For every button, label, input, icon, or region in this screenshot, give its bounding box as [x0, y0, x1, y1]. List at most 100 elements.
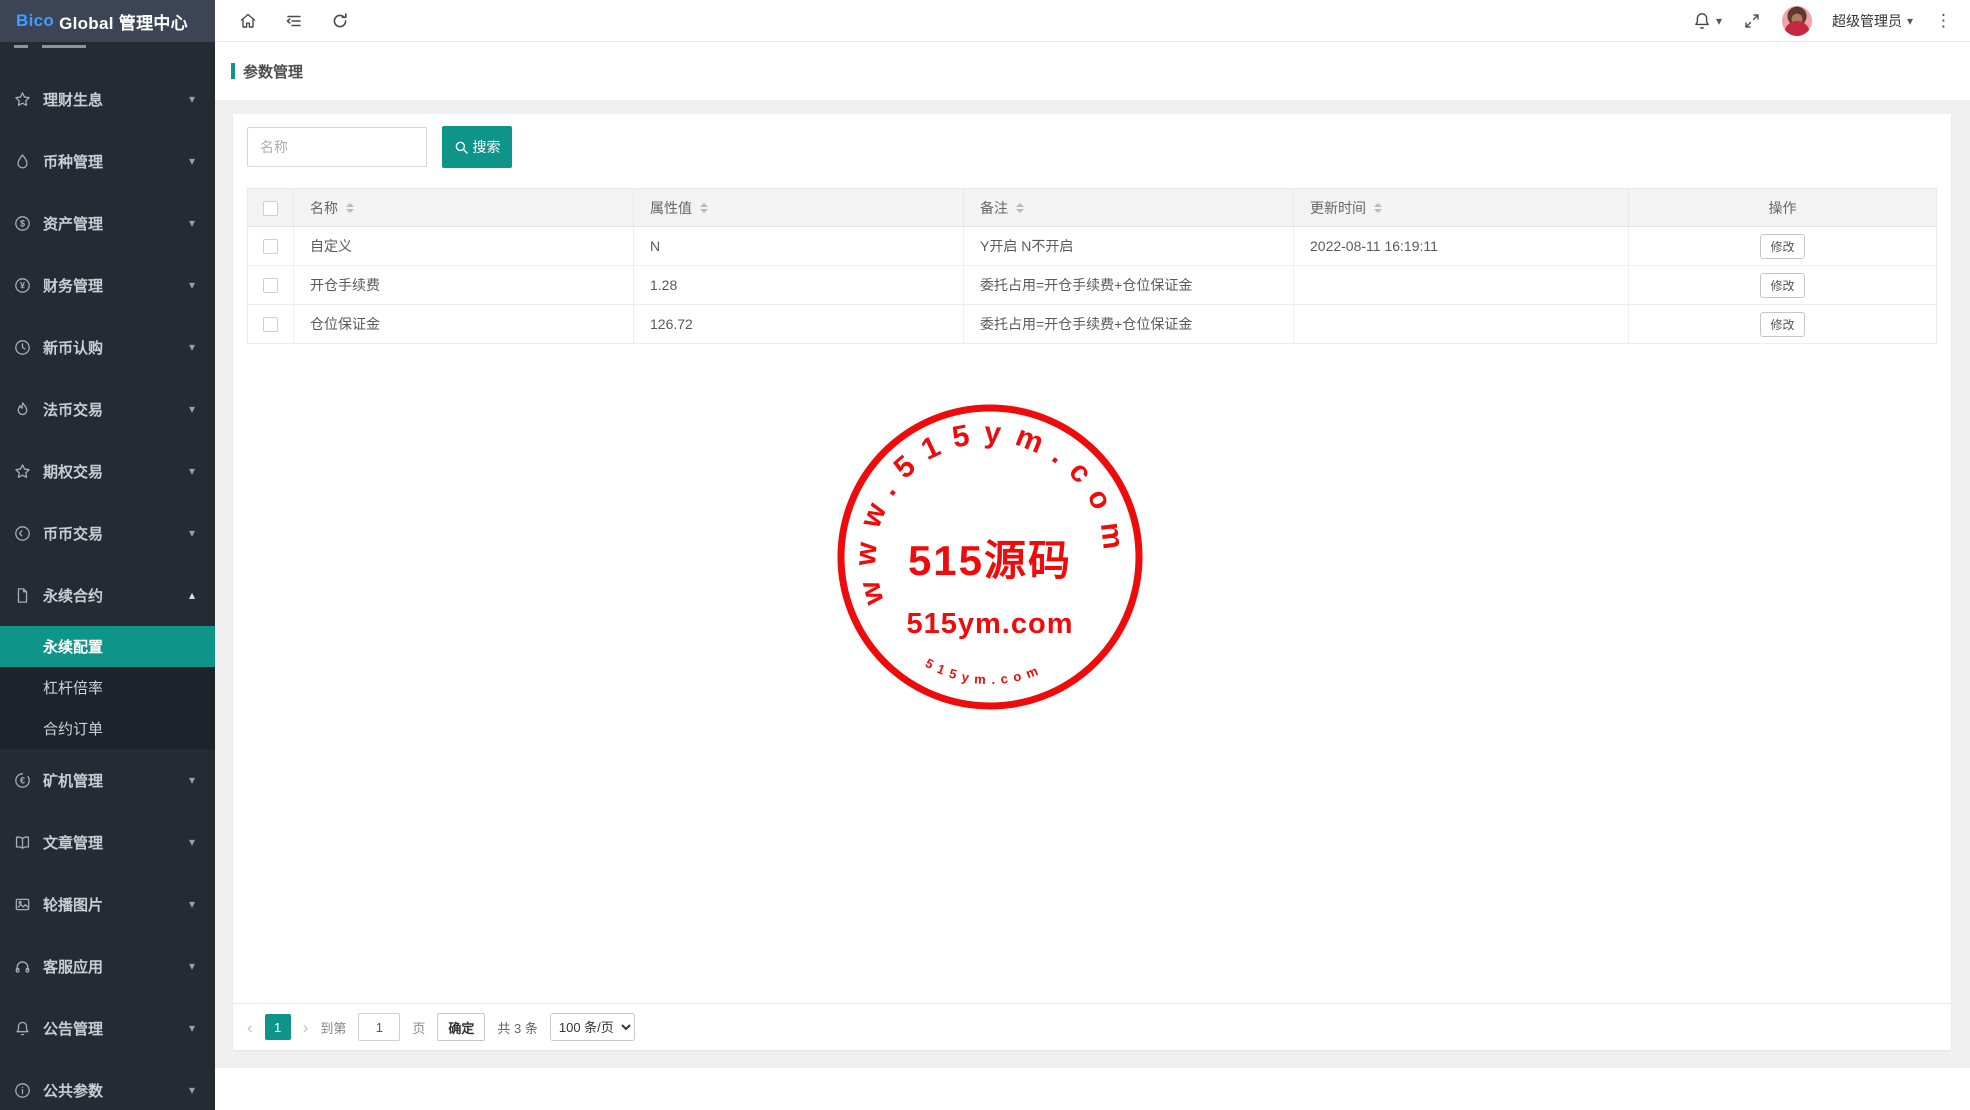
sort-icon[interactable] — [1016, 203, 1024, 213]
sidebar-item-wenzhang[interactable]: 文章管理 ▾ — [0, 811, 215, 873]
sidebar-item-label: 文章管理 — [43, 832, 103, 853]
sidebar-item-qiquan[interactable]: 期权交易 ▾ — [0, 440, 215, 502]
chevron-down-icon: ▾ — [189, 155, 195, 167]
dollar-circle-icon: $ — [14, 215, 31, 232]
sort-icon[interactable] — [700, 203, 708, 213]
sidebar-item-label: 资产管理 — [43, 213, 103, 234]
edit-button[interactable]: 修改 — [1760, 234, 1804, 259]
cell-name: 开仓手续费 — [294, 266, 634, 305]
home-icon[interactable] — [238, 11, 258, 31]
sidebar-item-fabi[interactable]: 法币交易 ▾ — [0, 378, 215, 440]
confirm-page-button[interactable]: 确定 — [437, 1013, 485, 1041]
row-checkbox[interactable] — [263, 278, 278, 293]
image-icon — [14, 896, 31, 913]
select-all-checkbox[interactable] — [263, 201, 278, 216]
sidebar-item-kuangji[interactable]: € 矿机管理 ▾ — [0, 749, 215, 811]
sidebar-item-lunbo[interactable]: 轮播图片 ▾ — [0, 873, 215, 935]
chevron-down-icon: ▾ — [189, 93, 195, 105]
search-button[interactable]: 搜索 — [442, 126, 512, 168]
sidebar-item-label: 新币认购 — [43, 337, 103, 358]
row-checkbox[interactable] — [263, 239, 278, 254]
clipped-menu-item-fragment — [42, 45, 86, 48]
table-row: 自定义 N Y开启 N不开启 2022-08-11 16:19:11 修改 — [248, 227, 1937, 266]
chevron-up-icon: ▴ — [189, 589, 195, 601]
search-input[interactable] — [247, 127, 427, 167]
chevron-down-icon: ▾ — [189, 341, 195, 353]
pagination: ‹ 1 › 到第 页 确定 共 3 条 100 条/页 — [233, 1003, 1951, 1050]
current-page[interactable]: 1 — [265, 1014, 291, 1040]
sidebar-item-bibi[interactable]: 币币交易 ▾ — [0, 502, 215, 564]
refresh-icon[interactable] — [330, 11, 350, 31]
chevron-down-icon: ▾ — [189, 960, 195, 972]
sidebar-subitem-label: 合约订单 — [43, 718, 103, 739]
table-row: 开仓手续费 1.28 委托占用=开仓手续费+仓位保证金 修改 — [248, 266, 1937, 305]
more-menu-icon[interactable]: ⋮ — [1933, 12, 1954, 29]
bell-icon — [1692, 11, 1712, 31]
sidebar-item-gonggao[interactable]: 公告管理 ▾ — [0, 997, 215, 1059]
sidebar-item-xinbi[interactable]: 新币认购 ▾ — [0, 316, 215, 378]
titlebar: 参数管理 — [215, 42, 1970, 100]
total-count-label: 共 3 条 — [497, 1018, 537, 1037]
cell-remark: Y开启 N不开启 — [964, 227, 1294, 266]
info-circle-icon — [14, 1082, 31, 1099]
sidebar-item-label: 公共参数 — [43, 1080, 103, 1101]
sort-icon[interactable] — [1374, 203, 1382, 213]
admin-menu[interactable]: 超级管理员 ▾ — [1832, 11, 1913, 31]
avatar[interactable] — [1782, 6, 1812, 36]
sidebar-item-bizhong[interactable]: 币种管理 ▾ — [0, 130, 215, 192]
star-icon — [14, 463, 31, 480]
admin-label: 超级管理员 — [1832, 11, 1902, 31]
next-page-icon[interactable]: › — [303, 1019, 309, 1036]
sidebar-item-label: 币币交易 — [43, 523, 103, 544]
chevron-down-icon: ▾ — [189, 403, 195, 415]
search-button-label: 搜索 — [473, 137, 501, 157]
sidebar-item-caiwu[interactable]: ¥ 财务管理 ▾ — [0, 254, 215, 316]
chevron-down-icon: ▾ — [189, 1022, 195, 1034]
sidebar-item-gonggong[interactable]: 公共参数 ▾ — [0, 1059, 215, 1110]
main-area: ▾ 超级管理员 ▾ ⋮ 参数管理 搜索 — [215, 0, 1970, 1110]
bell-icon — [14, 1020, 31, 1037]
topbar-right: ▾ 超级管理员 ▾ ⋮ — [1692, 6, 1954, 36]
logo-rest: Global 管理中心 — [54, 9, 188, 34]
sidebar-subitem-ganggan-beilv[interactable]: 杠杆倍率 — [0, 667, 215, 708]
row-checkbox[interactable] — [263, 317, 278, 332]
column-header-value: 属性值 — [650, 198, 692, 218]
card-spacer — [247, 344, 1937, 1003]
sidebar-item-zichan[interactable]: $ 资产管理 ▾ — [0, 192, 215, 254]
edit-button[interactable]: 修改 — [1760, 312, 1804, 337]
title-accent-bar — [231, 63, 235, 79]
sidebar-subitem-yongxu-peizhi[interactable]: 永续配置 — [0, 626, 215, 667]
sidebar-item-label: 永续合约 — [43, 585, 103, 606]
page-number-input[interactable] — [358, 1013, 400, 1041]
chevron-down-icon: ▾ — [189, 527, 195, 539]
sidebar-item-kefu[interactable]: 客服应用 ▾ — [0, 935, 215, 997]
sidebar-subitem-heyue-dingdan[interactable]: 合约订单 — [0, 708, 215, 749]
sidebar-item-label: 币种管理 — [43, 151, 103, 172]
sidebar-item-licai[interactable]: 理财生息 ▾ — [0, 68, 215, 130]
book-icon — [14, 834, 31, 851]
chevron-down-icon: ▾ — [189, 217, 195, 229]
file-icon — [14, 587, 31, 604]
fullscreen-icon[interactable] — [1742, 11, 1762, 31]
chevron-down-icon: ▾ — [1716, 14, 1722, 28]
goto-suffix-label: 页 — [412, 1018, 425, 1037]
svg-text:€: € — [20, 775, 25, 785]
sidebar-submenu-yongxu: 永续配置 杠杆倍率 合约订单 — [0, 626, 215, 749]
clock-icon — [14, 339, 31, 356]
edit-button[interactable]: 修改 — [1760, 273, 1804, 298]
goto-prefix-label: 到第 — [320, 1018, 346, 1037]
chevron-down-icon: ▾ — [1907, 14, 1913, 28]
sidebar-item-yongxu[interactable]: 永续合约 ▴ — [0, 564, 215, 626]
sort-icon[interactable] — [346, 203, 354, 213]
chevron-down-icon: ▾ — [189, 279, 195, 291]
euro-circle-icon: € — [14, 772, 31, 789]
collapse-menu-icon[interactable] — [284, 11, 304, 31]
column-header-updated: 更新时间 — [1310, 198, 1366, 218]
sidebar-item-label: 矿机管理 — [43, 770, 103, 791]
content: 搜索 名称 属性值 备注 更新时间 操作 — [215, 100, 1970, 1068]
sidebar-item-label: 法币交易 — [43, 399, 103, 420]
notifications-button[interactable]: ▾ — [1692, 11, 1722, 31]
page-size-select[interactable]: 100 条/页 — [550, 1013, 635, 1041]
prev-page-icon[interactable]: ‹ — [247, 1019, 253, 1036]
params-table: 名称 属性值 备注 更新时间 操作 自定义 N Y开启 N不开启 — [247, 188, 1937, 344]
